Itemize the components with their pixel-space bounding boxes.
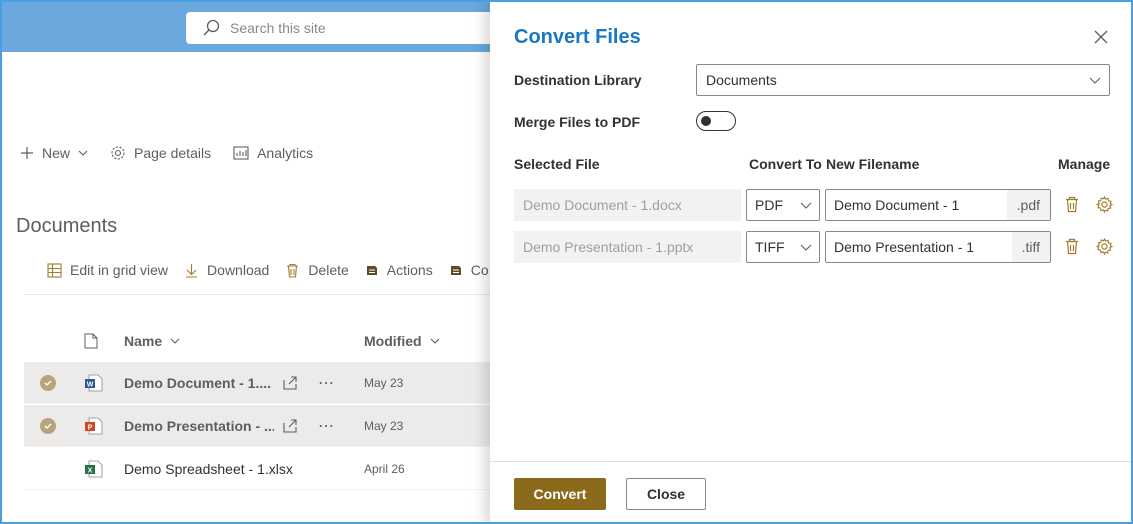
name-column-label: Name xyxy=(124,333,163,349)
convert-to-dropdown[interactable]: TIFF xyxy=(746,231,820,263)
close-icon[interactable] xyxy=(1094,30,1108,44)
destination-library-label: Destination Library xyxy=(514,72,642,88)
chevron-down-icon xyxy=(800,202,812,209)
more-options-icon[interactable]: ⋯ xyxy=(318,373,335,393)
table-row[interactable]: X Demo Spreadsheet - 1.xlsx April 26 xyxy=(24,448,494,490)
close-button[interactable]: Close xyxy=(626,478,706,510)
share-icon[interactable] xyxy=(282,375,298,391)
truncated-command-button[interactable]: Co xyxy=(449,262,489,278)
gear-icon xyxy=(111,146,125,160)
svg-text:P: P xyxy=(88,424,93,431)
modified-date: May 23 xyxy=(364,375,404,390)
file-name[interactable]: Demo Document - 1.... xyxy=(124,375,274,391)
search-placeholder: Search this site xyxy=(230,20,326,36)
chevron-down-icon xyxy=(170,338,180,344)
actions-button[interactable]: Actions xyxy=(365,262,433,278)
command-icon xyxy=(450,266,461,275)
page-details-label: Page details xyxy=(134,145,212,161)
convert-to-header: Convert To xyxy=(749,156,822,172)
footer-divider xyxy=(490,461,1131,462)
edit-grid-view-button[interactable]: Edit in grid view xyxy=(47,262,168,278)
actions-icon xyxy=(366,266,377,275)
new-button[interactable]: New xyxy=(20,145,88,161)
file-extension: .pdf xyxy=(1006,190,1050,220)
chevron-down-icon xyxy=(800,244,812,251)
page-details-button[interactable]: Page details xyxy=(110,145,211,161)
new-filename-field: .tiff xyxy=(825,231,1051,263)
delete-label: Delete xyxy=(308,262,349,278)
new-filename-header: New Filename xyxy=(826,156,920,172)
selected-file-field: Demo Document - 1.docx xyxy=(514,189,741,221)
search-icon xyxy=(203,19,220,36)
search-box[interactable]: Search this site xyxy=(186,12,506,44)
edit-grid-label: Edit in grid view xyxy=(70,262,169,278)
new-filename-field: .pdf xyxy=(825,189,1051,221)
trash-icon xyxy=(287,263,299,278)
plus-icon xyxy=(21,147,33,159)
panel-title: Convert Files xyxy=(514,26,641,48)
svg-text:X: X xyxy=(88,467,93,474)
svg-text:W: W xyxy=(87,381,94,388)
table-row[interactable]: P Demo Presentation - ... ⋯ May 23 xyxy=(24,405,494,447)
name-column-header[interactable]: Name xyxy=(124,333,180,349)
new-filename-input[interactable] xyxy=(826,232,1012,262)
manage-header: Manage xyxy=(1058,156,1111,172)
selected-check-icon[interactable] xyxy=(40,417,56,434)
analytics-icon xyxy=(233,146,249,160)
modified-column-label: Modified xyxy=(364,333,422,349)
convert-to-dropdown[interactable]: PDF xyxy=(746,189,820,221)
convert-files-panel: Convert Files Destination Library Docume… xyxy=(490,2,1131,522)
list-header: Name Modified xyxy=(24,324,494,358)
file-name[interactable]: Demo Spreadsheet - 1.xlsx xyxy=(124,461,344,477)
selected-check-icon[interactable] xyxy=(40,374,56,391)
merge-files-toggle[interactable] xyxy=(696,111,736,131)
gear-icon[interactable] xyxy=(1096,196,1113,213)
modified-column-header[interactable]: Modified xyxy=(364,333,440,349)
grid-icon xyxy=(47,262,62,278)
selected-file-header: Selected File xyxy=(514,156,600,172)
chevron-down-icon xyxy=(1089,77,1101,84)
actions-label: Actions xyxy=(386,262,433,278)
library-command-bar: Edit in grid view Download Delete Action… xyxy=(47,262,505,278)
analytics-label: Analytics xyxy=(257,145,314,161)
gear-icon[interactable] xyxy=(1096,238,1113,255)
divider xyxy=(24,294,494,295)
modified-date: April 26 xyxy=(364,461,405,476)
file-extension: .tiff xyxy=(1011,232,1050,262)
chevron-down-icon xyxy=(430,338,439,344)
toggle-knob xyxy=(701,116,711,126)
download-label: Download xyxy=(207,262,270,278)
analytics-button[interactable]: Analytics xyxy=(233,145,313,161)
new-label: New xyxy=(42,145,71,161)
convert-button[interactable]: Convert xyxy=(514,478,606,510)
destination-library-value: Documents xyxy=(706,72,777,88)
selected-file-field: Demo Presentation - 1.pptx xyxy=(514,231,741,263)
table-row[interactable]: W Demo Document - 1.... ⋯ May 23 xyxy=(24,362,494,404)
download-icon xyxy=(186,263,198,278)
powerpoint-file-icon: P xyxy=(85,417,103,434)
more-options-icon[interactable]: ⋯ xyxy=(318,416,335,436)
file-type-icon[interactable] xyxy=(84,333,98,349)
app-window: Search this site New Page details Analyt… xyxy=(0,0,1133,524)
delete-button[interactable]: Delete xyxy=(285,262,349,278)
merge-files-label: Merge Files to PDF xyxy=(514,114,641,130)
trash-icon[interactable] xyxy=(1064,196,1080,213)
page-command-bar: New Page details Analytics xyxy=(20,145,335,161)
new-filename-input[interactable] xyxy=(826,190,1007,220)
trash-icon[interactable] xyxy=(1064,238,1080,255)
download-button[interactable]: Download xyxy=(184,262,269,278)
file-name[interactable]: Demo Presentation - ... xyxy=(124,418,274,434)
library-title: Documents xyxy=(16,215,118,237)
modified-date: May 23 xyxy=(364,418,404,433)
excel-file-icon: X xyxy=(85,460,103,477)
destination-library-dropdown[interactable]: Documents xyxy=(696,64,1110,96)
truncated-command-label: Co xyxy=(470,262,489,278)
convert-to-value: PDF xyxy=(755,197,783,213)
chevron-down-icon xyxy=(78,150,88,156)
word-file-icon: W xyxy=(85,374,103,391)
convert-to-value: TIFF xyxy=(755,239,785,255)
share-icon[interactable] xyxy=(282,418,298,434)
